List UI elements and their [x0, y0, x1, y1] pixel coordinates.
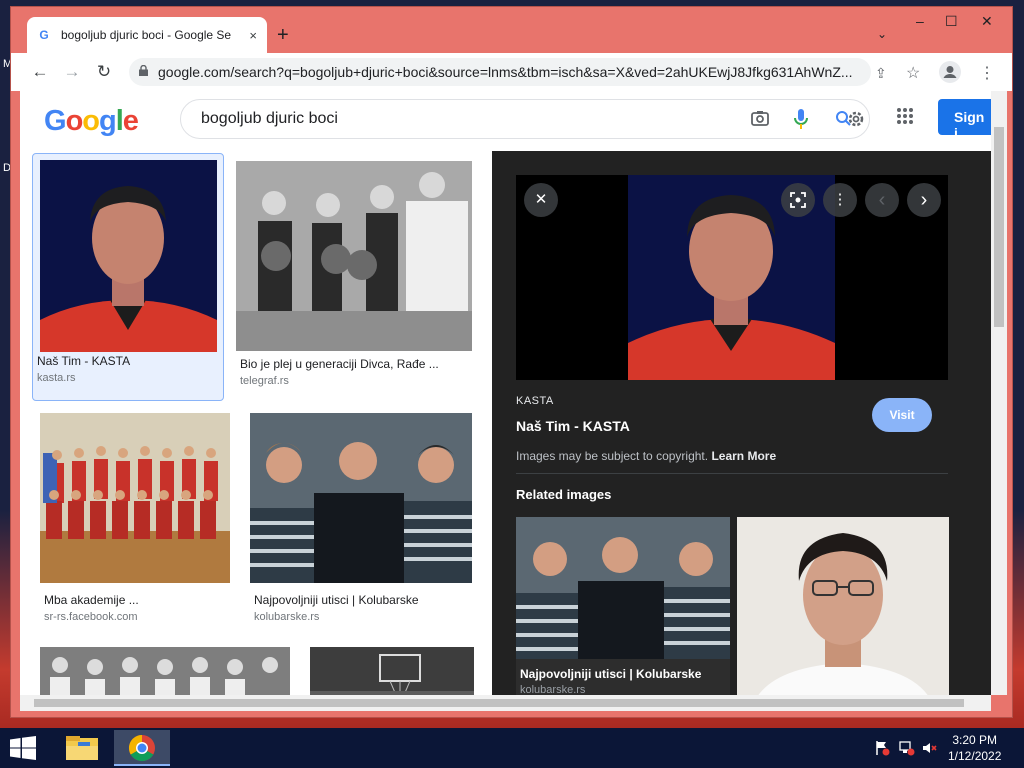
related-image-card[interactable]: Najpovoljniji utisci | Kolubarske koluba…: [516, 517, 730, 695]
copyright-text: Images may be subject to copyright.: [516, 449, 709, 463]
preview-image-frame[interactable]: ✕ ⋮ ‹ ›: [516, 175, 948, 380]
vertical-scrollbar[interactable]: [991, 91, 1007, 695]
search-settings-icon[interactable]: [835, 108, 865, 135]
reload-icon[interactable]: ↻: [89, 62, 119, 82]
maximize-button[interactable]: ☐: [945, 13, 958, 30]
volume-muted-icon[interactable]: [922, 740, 938, 759]
scrollbar-thumb[interactable]: [994, 127, 1004, 327]
tab-title: bogoljub djuric boci - Google Se: [61, 28, 232, 42]
browser-menu-icon[interactable]: ⋮: [979, 63, 995, 83]
lock-icon[interactable]: [139, 64, 148, 79]
result-thumbnail[interactable]: [40, 160, 217, 352]
bookmark-star-icon[interactable]: ☆: [906, 63, 920, 83]
result-source[interactable]: sr-rs.facebook.com: [44, 611, 138, 623]
camera-search-icon[interactable]: [751, 110, 769, 131]
result-card[interactable]: Najpovoljniji utisci | Kolubarske koluba…: [250, 413, 476, 633]
more-options-icon[interactable]: ⋮: [823, 183, 857, 217]
google-header: Google bogoljub djuric boci Sign i: [20, 91, 991, 151]
horizontal-scrollbar[interactable]: [20, 695, 991, 711]
result-card[interactable]: [40, 647, 290, 695]
preview-title[interactable]: Naš Tim - KASTA: [516, 418, 630, 434]
minimize-button[interactable]: –: [916, 13, 924, 29]
learn-more-link[interactable]: Learn More: [711, 449, 776, 463]
logo-letter: o: [65, 105, 84, 137]
result-card[interactable]: [310, 647, 474, 695]
profile-icon[interactable]: [939, 61, 961, 86]
logo-letter: G: [44, 105, 67, 137]
clock-date: 1/12/2022: [948, 749, 1002, 763]
logo-letter: l: [115, 105, 124, 137]
result-title[interactable]: Naš Tim - KASTA: [37, 354, 221, 368]
new-tab-button[interactable]: +: [277, 25, 289, 45]
microphone-icon[interactable]: [794, 109, 808, 134]
related-image-thumbnail[interactable]: [737, 517, 949, 695]
image-preview-panel: ✕ ⋮ ‹ › KASTA Naš Tim - KASTA Visit Imag…: [492, 151, 991, 695]
address-bar[interactable]: google.com/search?q=bogoljub+djuric+boci…: [129, 58, 871, 86]
previous-image-icon[interactable]: ‹: [865, 183, 899, 217]
google-favicon-icon: G: [39, 28, 49, 42]
result-source[interactable]: telegraf.rs: [240, 375, 289, 387]
google-images-page: Google bogoljub djuric boci Sign i Naš T…: [20, 91, 991, 695]
result-thumbnail[interactable]: [236, 161, 472, 351]
url-text[interactable]: google.com/search?q=bogoljub+djuric+boci…: [158, 64, 858, 80]
system-clock[interactable]: 3:20 PM 1/12/2022: [948, 732, 1001, 764]
result-card[interactable]: Bio je plej u generaciji Divca, Rađe ...…: [236, 161, 474, 401]
copyright-notice: Images may be subject to copyright. Lear…: [516, 449, 776, 463]
network-icon[interactable]: [899, 740, 915, 759]
close-preview-icon[interactable]: ✕: [524, 183, 558, 217]
related-image-source[interactable]: kolubarske.rs: [520, 684, 585, 695]
result-thumbnail[interactable]: [310, 647, 474, 695]
result-thumbnail[interactable]: [40, 647, 290, 695]
result-title[interactable]: Bio je plej u generaciji Divca, Rađe ...: [240, 357, 470, 371]
scrollbar-thumb[interactable]: [34, 699, 964, 707]
image-results-grid: Naš Tim - KASTA kasta.rs Bio je plej u g…: [20, 151, 492, 695]
lens-icon[interactable]: [781, 183, 815, 217]
forward-icon[interactable]: →: [57, 62, 87, 82]
tab-bar: G bogoljub djuric boci - Google Se × + ⌄…: [11, 7, 1012, 53]
google-logo[interactable]: Google: [44, 105, 139, 138]
back-icon[interactable]: ←: [25, 62, 55, 82]
next-image-icon[interactable]: ›: [907, 183, 941, 217]
result-source[interactable]: kolubarske.rs: [254, 611, 319, 623]
related-image-thumbnail[interactable]: [516, 517, 730, 659]
search-box[interactable]: bogoljub djuric boci: [180, 99, 870, 139]
search-input[interactable]: bogoljub djuric boci: [201, 110, 338, 128]
action-center-flag-icon[interactable]: [874, 740, 890, 759]
tab-search-icon[interactable]: ⌄: [877, 27, 887, 41]
browser-toolbar: ← → ↻ google.com/search?q=bogoljub+djuri…: [11, 53, 1012, 91]
result-title[interactable]: Mba akademije ...: [44, 593, 230, 607]
logo-letter: e: [122, 105, 139, 137]
windows-start-icon[interactable]: [10, 736, 36, 765]
result-thumbnail[interactable]: [250, 413, 472, 583]
result-title[interactable]: Najpovoljniji utisci | Kolubarske: [254, 593, 474, 607]
chrome-taskbar-icon[interactable]: [114, 730, 170, 766]
related-images-heading: Related images: [516, 487, 612, 502]
browser-window: G bogoljub djuric boci - Google Se × + ⌄…: [10, 6, 1013, 718]
share-icon[interactable]: ⇪: [875, 65, 887, 82]
sign-in-button[interactable]: Sign i: [938, 99, 991, 141]
result-thumbnail[interactable]: [40, 413, 230, 583]
browser-tab[interactable]: G bogoljub djuric boci - Google Se ×: [27, 17, 267, 53]
result-source[interactable]: kasta.rs: [37, 372, 76, 384]
divider: [516, 473, 948, 474]
logo-letter: o: [82, 105, 100, 137]
close-window-button[interactable]: ✕: [981, 13, 993, 30]
result-card[interactable]: Mba akademije ... sr-rs.facebook.com: [40, 413, 232, 633]
logo-letter: g: [99, 105, 117, 137]
related-image-title[interactable]: Najpovoljniji utisci | Kolubarske: [520, 667, 701, 681]
result-card[interactable]: Naš Tim - KASTA kasta.rs: [32, 153, 224, 401]
clock-time: 3:20 PM: [952, 733, 998, 747]
file-explorer-icon[interactable]: [56, 730, 112, 766]
visit-button[interactable]: Visit: [872, 398, 932, 432]
tab-close-icon[interactable]: ×: [249, 28, 257, 43]
preview-source[interactable]: KASTA: [516, 395, 554, 407]
google-apps-icon[interactable]: [896, 107, 914, 130]
related-image-card[interactable]: [737, 517, 949, 695]
taskbar: 3:20 PM 1/12/2022: [0, 728, 1024, 768]
